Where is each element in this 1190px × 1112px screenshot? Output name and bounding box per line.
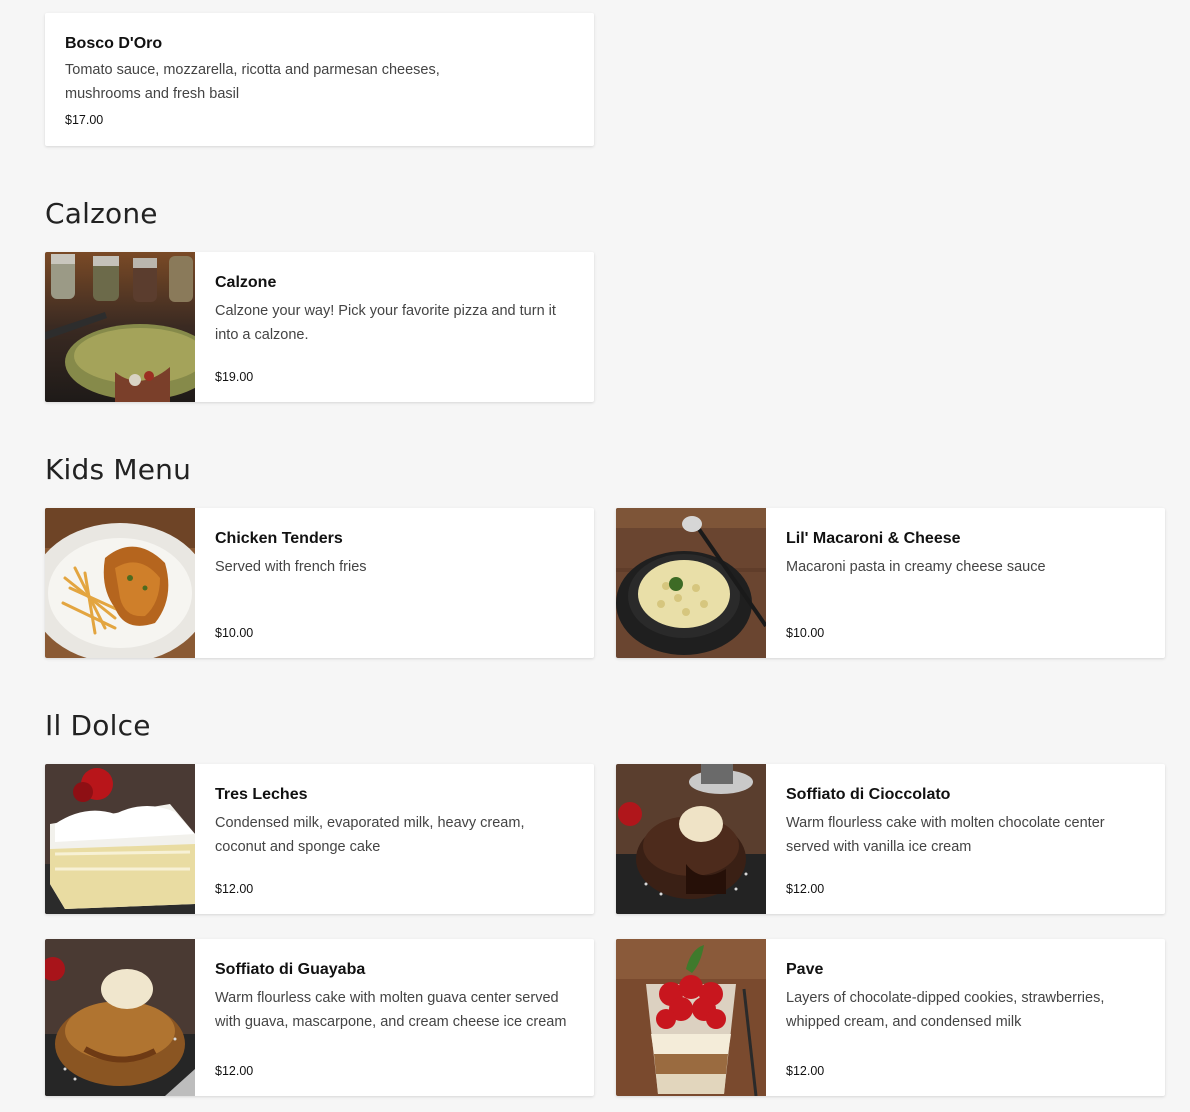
item-name: Pave bbox=[786, 961, 824, 978]
section-title-calzone: Calzone bbox=[45, 197, 158, 230]
item-description: Warm flourless cake with molten guava ce… bbox=[215, 990, 567, 1030]
item-name: Chicken Tenders bbox=[215, 530, 343, 547]
chicken-tenders-photo bbox=[45, 508, 195, 658]
menu-item-card[interactable]: Calzone Calzone your way! Pick your favo… bbox=[45, 252, 594, 402]
item-name: Calzone bbox=[215, 274, 277, 291]
item-price: $10.00 bbox=[786, 626, 825, 640]
menu-item-card[interactable]: Pave Layers of chocolate-dipped cookies,… bbox=[616, 939, 1165, 1096]
section-title-il-dolce: Il Dolce bbox=[45, 709, 151, 742]
item-price: $17.00 bbox=[65, 113, 104, 127]
item-name: Soffiato di Cioccolato bbox=[786, 786, 951, 803]
menu-item-card[interactable]: Chicken Tenders Served with french fries… bbox=[45, 508, 594, 658]
item-description: Calzone your way! Pick your favorite piz… bbox=[215, 303, 556, 343]
item-price: $12.00 bbox=[215, 1064, 254, 1078]
chocolate-cake-photo bbox=[616, 764, 766, 914]
item-name: Soffiato di Guayaba bbox=[215, 961, 366, 978]
item-description: Warm flourless cake with molten chocolat… bbox=[786, 815, 1105, 855]
item-description: Layers of chocolate-dipped cookies, stra… bbox=[786, 990, 1105, 1030]
item-price: $12.00 bbox=[786, 882, 825, 896]
item-description: Macaroni pasta in creamy cheese sauce bbox=[786, 559, 1046, 575]
item-name: Tres Leches bbox=[215, 786, 308, 803]
item-name: Bosco D'Oro bbox=[65, 35, 163, 52]
tres-leches-photo bbox=[45, 764, 195, 914]
item-description: Served with french fries bbox=[215, 559, 367, 575]
menu-item-card[interactable]: Tres Leches Condensed milk, evaporated m… bbox=[45, 764, 594, 914]
calzone-photo bbox=[45, 252, 195, 402]
menu-item-card[interactable]: Soffiato di Cioccolato Warm flourless ca… bbox=[616, 764, 1165, 914]
item-price: $19.00 bbox=[215, 370, 254, 384]
item-price: $12.00 bbox=[215, 882, 254, 896]
menu-item-card[interactable]: Lil' Macaroni & Cheese Macaroni pasta in… bbox=[616, 508, 1165, 658]
item-description: Condensed milk, evaporated milk, heavy c… bbox=[215, 815, 525, 855]
item-price: $12.00 bbox=[786, 1064, 825, 1078]
section-title-kids-menu: Kids Menu bbox=[45, 453, 192, 486]
item-description: Tomato sauce, mozzarella, ricotta and pa… bbox=[65, 62, 440, 102]
mac-and-cheese-photo bbox=[616, 508, 766, 658]
pave-photo bbox=[616, 939, 766, 1096]
item-price: $10.00 bbox=[215, 626, 254, 640]
item-name: Lil' Macaroni & Cheese bbox=[786, 530, 961, 547]
menu-item-card[interactable]: Soffiato di Guayaba Warm flourless cake … bbox=[45, 939, 594, 1096]
guava-cake-photo bbox=[45, 939, 195, 1096]
menu-item-card[interactable]: Bosco D'Oro Tomato sauce, mozzarella, ri… bbox=[45, 13, 594, 146]
menu-page: Bosco D'Oro Tomato sauce, mozzarella, ri… bbox=[0, 0, 1190, 1112]
